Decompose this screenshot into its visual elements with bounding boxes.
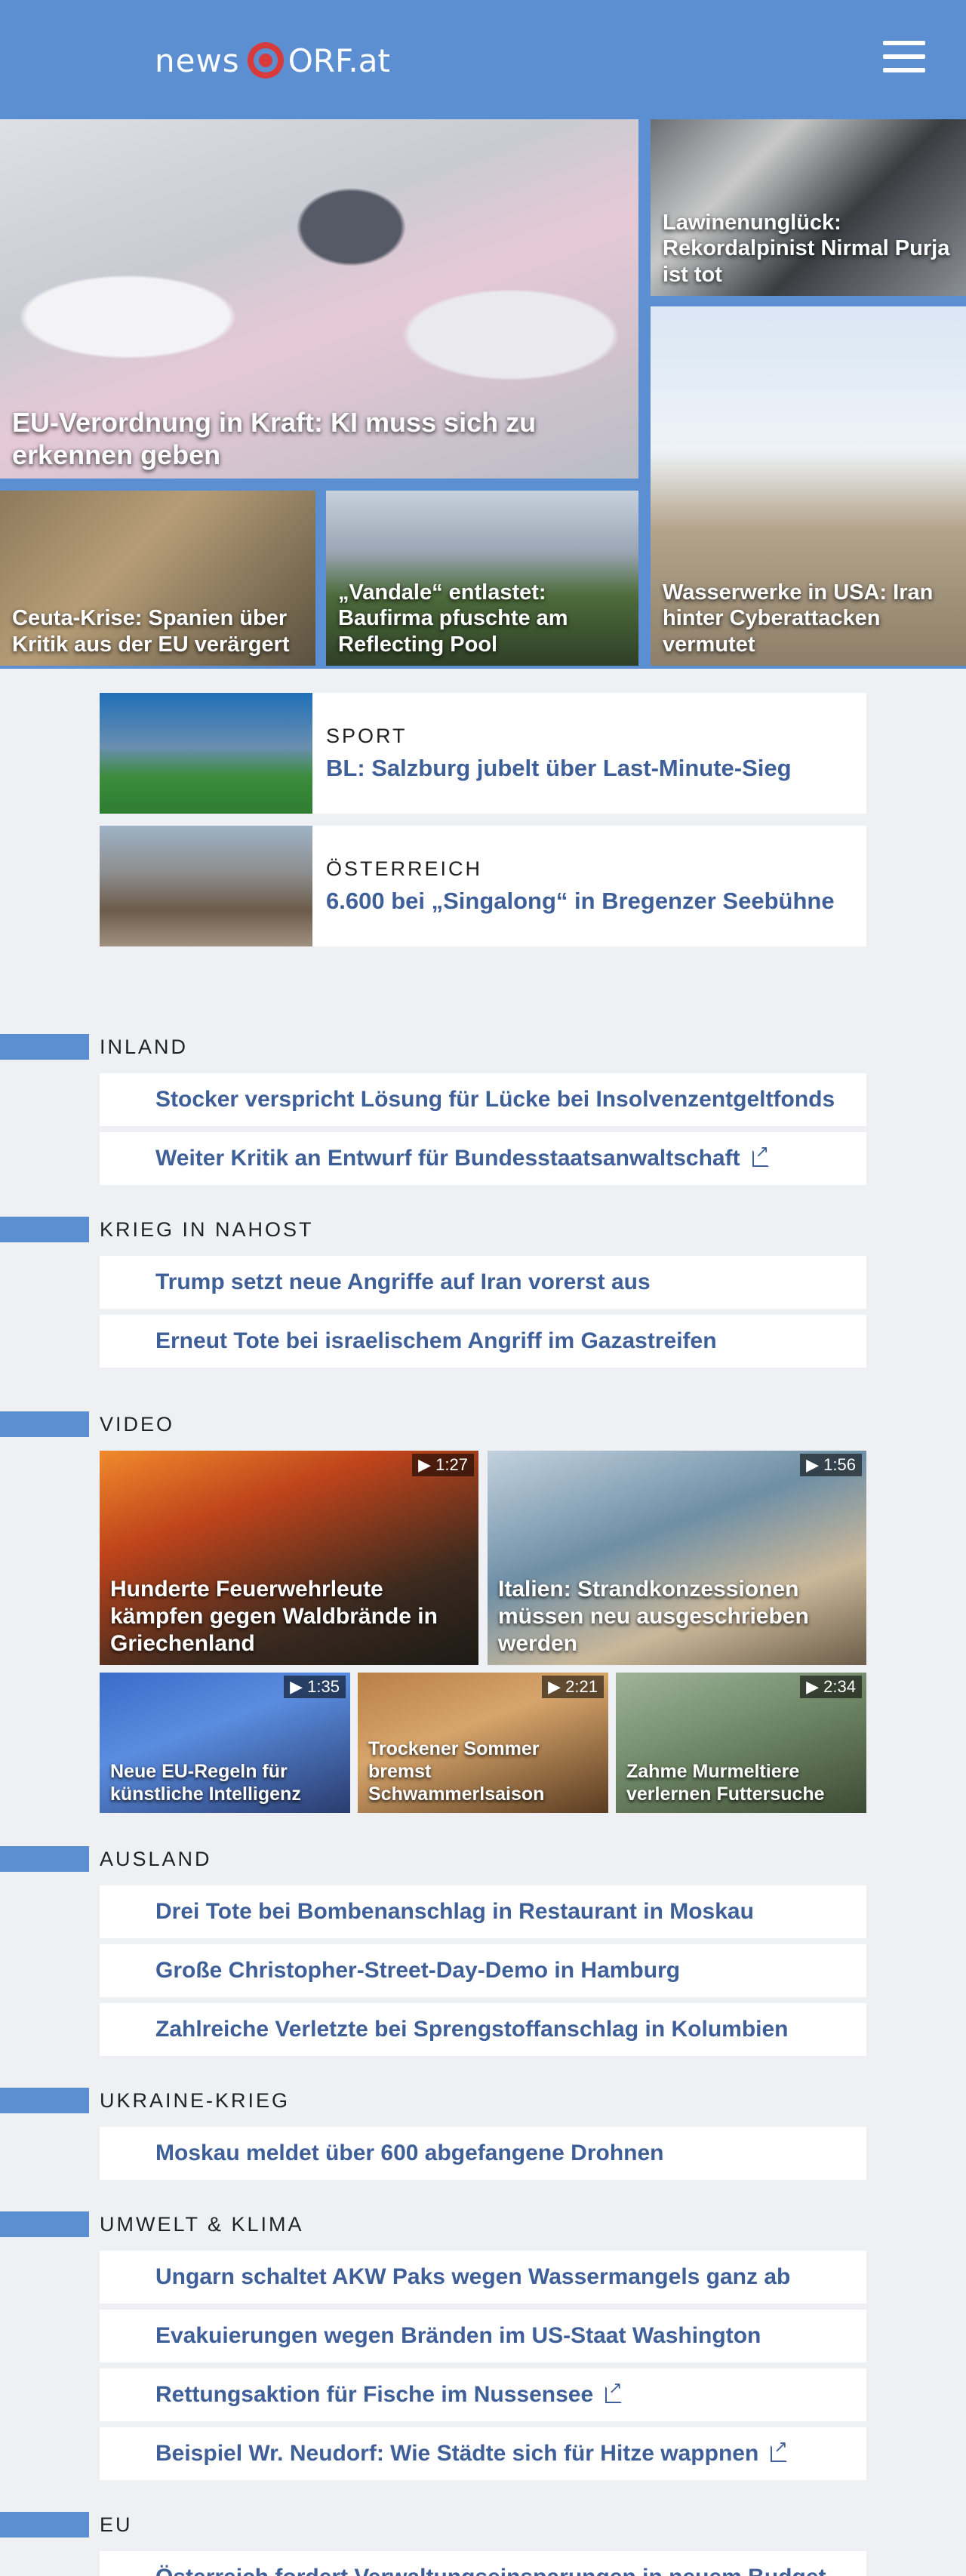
list-item-text: Zahlreiche Verletzte bei Sprengstoffansc… [155, 2017, 789, 2042]
featured-thumbnail [100, 693, 312, 814]
external-link-icon [605, 2379, 623, 2403]
section-marker [0, 2512, 89, 2538]
section-label: UKRAINE-KRIEG [100, 2088, 291, 2112]
hero-main-caption: EU-Verordnung in Kraft: KI muss sich zu … [12, 406, 537, 470]
hamburger-icon[interactable] [883, 41, 925, 77]
section-marker [0, 1411, 89, 1437]
featured-kicker: ÖSTERREICH [326, 857, 483, 880]
orf-target-icon [247, 42, 284, 78]
external-link-icon [771, 2438, 788, 2462]
hero-story-lawine[interactable]: Lawinenunglück: Rekordalpinist Nirmal Pu… [651, 119, 966, 296]
list-item[interactable]: Drei Tote bei Bombenanschlag in Restaura… [100, 1885, 866, 1938]
video-tile[interactable]: ▶ 2:21 Trockener Sommer bremst Schwammer… [358, 1673, 608, 1813]
video-tile[interactable]: ▶ 1:27 Hunderte Feuerwehrleute kämpfen g… [100, 1451, 478, 1665]
list-item[interactable]: Österreich fordert Verwaltungseinsparung… [100, 2551, 866, 2576]
section-marker [0, 2211, 89, 2237]
section-header-video: VIDEO [0, 1411, 174, 1437]
hero-main-story[interactable]: EU-Verordnung in Kraft: KI muss sich zu … [0, 119, 638, 479]
video-tile[interactable]: ▶ 2:34 Zahme Murmeltiere verlernen Futte… [616, 1673, 866, 1813]
external-link-icon [752, 1143, 769, 1167]
list-item-text: Ungarn schaltet AKW Paks wegen Wasserman… [155, 2264, 791, 2289]
list-item-text: Große Christopher-Street-Day-Demo in Ham… [155, 1958, 681, 1983]
video-tile[interactable]: ▶ 1:35 Neue EU-Regeln für künstliche Int… [100, 1673, 350, 1813]
section-header-nahost: KRIEG IN NAHOST [0, 1217, 314, 1242]
orf-logo[interactable]: news ORF.at [155, 38, 390, 83]
site-header: news ORF.at [0, 0, 966, 119]
video-caption: Neue EU-Regeln für künstliche Intelligen… [110, 1761, 301, 1805]
list-item-text: Erneut Tote bei israelischem Angriff im … [155, 1328, 717, 1353]
list-item-text: Evakuierungen wegen Bränden im US-Staat … [155, 2323, 761, 2348]
list-item-text: Österreich fordert Verwaltungseinsparung… [155, 2565, 826, 2576]
list-item-text: Beispiel Wr. Neudorf: Wie Städte sich fü… [155, 2441, 759, 2466]
section-label: INLAND [100, 1035, 189, 1058]
featured-card-sport[interactable]: SPORT BL: Salzburg jubelt über Last-Minu… [100, 693, 866, 814]
list-item[interactable]: Große Christopher-Street-Day-Demo in Ham… [100, 1944, 866, 1997]
section-marker [0, 1846, 89, 1872]
section-label: UMWELT & KLIMA [100, 2212, 304, 2236]
video-caption: Trockener Sommer bremst Schwammerlsaison [368, 1738, 545, 1805]
section-marker [0, 1034, 89, 1060]
hero-lawine-caption: Lawinenunglück: Rekordalpinist Nirmal Pu… [663, 210, 950, 288]
logo-orf-text: ORF.at [288, 42, 390, 79]
hero-vandal-caption: „Vandale“ entlastet: Baufirma pfuschte a… [338, 580, 568, 657]
list-item[interactable]: Moskau meldet über 600 abgefangene Drohn… [100, 2127, 866, 2180]
video-tile[interactable]: ▶ 1:56 Italien: Strandkonzessionen müsse… [488, 1451, 866, 1665]
section-label: VIDEO [100, 1412, 175, 1436]
list-item-text: Stocker verspricht Lösung für Lücke bei … [155, 1087, 835, 1112]
logo-news-text: news [155, 42, 240, 79]
list-item-text: Moskau meldet über 600 abgefangene Drohn… [155, 2141, 664, 2165]
section-header-eu: EU [0, 2512, 133, 2538]
featured-kicker: SPORT [326, 725, 408, 747]
hero-story-water[interactable]: Wasserwerke in USA: Iran hinter Cyberatt… [651, 306, 966, 666]
list-item-text: Rettungsaktion für Fische im Nussensee [155, 2382, 594, 2407]
video-duration-badge: ▶ 2:34 [800, 1676, 862, 1698]
list-item[interactable]: Rettungsaktion für Fische im Nussensee [100, 2368, 866, 2421]
video-duration-badge: ▶ 1:27 [412, 1454, 474, 1476]
hero-water-caption: Wasserwerke in USA: Iran hinter Cyberatt… [663, 580, 934, 657]
video-duration-badge: ▶ 1:35 [284, 1676, 346, 1698]
section-header-ausland: AUSLAND [0, 1846, 212, 1872]
section-marker [0, 1217, 89, 1242]
section-label: KRIEG IN NAHOST [100, 1217, 314, 1241]
list-item[interactable]: Trump setzt neue Angriffe auf Iran vorer… [100, 1256, 866, 1309]
section-label: AUSLAND [100, 1847, 212, 1870]
video-caption: Zahme Murmeltiere verlernen Futtersuche [626, 1761, 825, 1805]
featured-title: 6.600 bei „Singalong“ in Bregenzer Seebü… [326, 888, 835, 914]
video-caption: Hunderte Feuerwehrleute kämpfen gegen Wa… [110, 1577, 438, 1656]
video-caption: Italien: Strandkonzessionen müssen neu a… [498, 1577, 809, 1656]
hero-mosaic: EU-Verordnung in Kraft: KI muss sich zu … [0, 119, 966, 669]
section-header-umwelt: UMWELT & KLIMA [0, 2211, 304, 2237]
section-label: EU [100, 2513, 133, 2536]
list-item[interactable]: Stocker verspricht Lösung für Lücke bei … [100, 1073, 866, 1126]
section-header-ukraine: UKRAINE-KRIEG [0, 2088, 290, 2113]
video-duration-badge: ▶ 2:21 [542, 1676, 604, 1698]
list-item[interactable]: Evakuierungen wegen Bränden im US-Staat … [100, 2310, 866, 2362]
featured-thumbnail [100, 826, 312, 946]
section-header-inland: INLAND [0, 1034, 188, 1060]
video-duration-badge: ▶ 1:56 [800, 1454, 862, 1476]
list-item[interactable]: Ungarn schaltet AKW Paks wegen Wasserman… [100, 2251, 866, 2304]
featured-card-oesterreich[interactable]: ÖSTERREICH 6.600 bei „Singalong“ in Breg… [100, 826, 866, 946]
list-item-text: Weiter Kritik an Entwurf für Bundesstaat… [155, 1146, 740, 1171]
hero-story-vandal[interactable]: „Vandale“ entlastet: Baufirma pfuschte a… [326, 491, 638, 666]
featured-title: BL: Salzburg jubelt über Last-Minute-Sie… [326, 755, 792, 781]
list-item[interactable]: Weiter Kritik an Entwurf für Bundesstaat… [100, 1132, 866, 1185]
list-item-text: Trump setzt neue Angriffe auf Iran vorer… [155, 1270, 651, 1294]
hero-ceuta-caption: Ceuta-Krise: Spanien über Kritik aus der… [12, 606, 290, 657]
list-item[interactable]: Zahlreiche Verletzte bei Sprengstoffansc… [100, 2003, 866, 2056]
list-item[interactable]: Erneut Tote bei israelischem Angriff im … [100, 1315, 866, 1368]
hero-story-ceuta[interactable]: Ceuta-Krise: Spanien über Kritik aus der… [0, 491, 315, 666]
list-item-text: Drei Tote bei Bombenanschlag in Restaura… [155, 1899, 754, 1924]
section-marker [0, 2088, 89, 2113]
list-item[interactable]: Beispiel Wr. Neudorf: Wie Städte sich fü… [100, 2427, 866, 2480]
